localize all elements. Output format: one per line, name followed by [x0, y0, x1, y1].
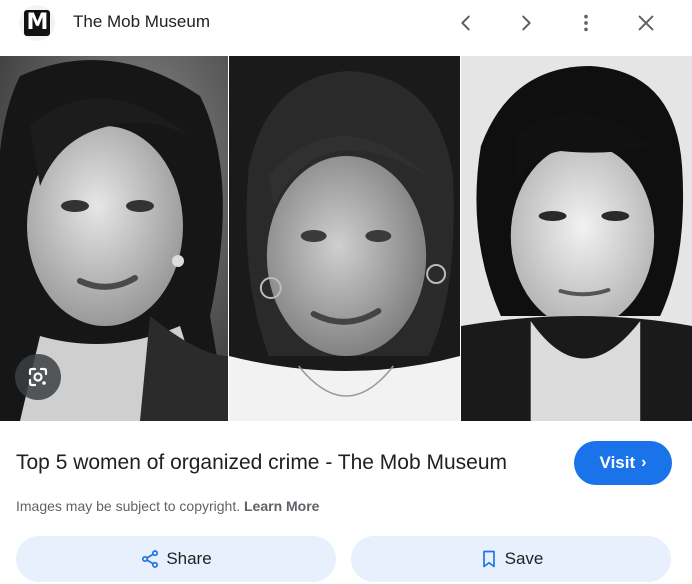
site-logo-letter: M	[24, 10, 50, 36]
save-label: Save	[504, 549, 544, 568]
google-lens-icon	[28, 367, 48, 387]
chevron-left-icon	[461, 15, 470, 31]
chevron-right-icon: ›	[641, 454, 647, 471]
more-vert-icon	[584, 14, 588, 32]
save-button[interactable]: Save	[351, 536, 671, 582]
share-label: Share	[166, 549, 212, 568]
site-name[interactable]: The Mob Museum	[73, 12, 210, 32]
more-options-button[interactable]	[570, 7, 602, 39]
bookmark-icon	[482, 550, 495, 568]
chevron-right-icon	[522, 15, 531, 31]
woman-photo-2[interactable]	[228, 56, 460, 421]
visit-button[interactable]: Visit ›	[574, 441, 672, 485]
previous-button[interactable]	[450, 7, 482, 39]
copyright-notice: Images may be subject to copyright. Lear…	[16, 498, 319, 514]
share-icon	[142, 550, 159, 568]
next-button[interactable]	[510, 7, 542, 39]
portrait-image-2	[229, 56, 460, 421]
close-icon	[638, 15, 654, 31]
site-favicon[interactable]: M	[19, 5, 55, 41]
google-lens-button[interactable]	[15, 354, 61, 400]
close-button[interactable]	[630, 7, 662, 39]
image-preview[interactable]	[0, 56, 692, 421]
visit-label: Visit	[599, 453, 636, 472]
share-button[interactable]: Share	[16, 536, 336, 582]
result-title[interactable]: Top 5 women of organized crime - The Mob…	[16, 451, 507, 475]
copyright-text: Images may be subject to copyright.	[16, 498, 241, 514]
learn-more-link[interactable]: Learn More	[244, 498, 319, 514]
portrait-image-3	[461, 56, 692, 421]
woman-photo-3[interactable]	[460, 56, 692, 421]
viewer-header: M The Mob Museum	[0, 0, 692, 46]
